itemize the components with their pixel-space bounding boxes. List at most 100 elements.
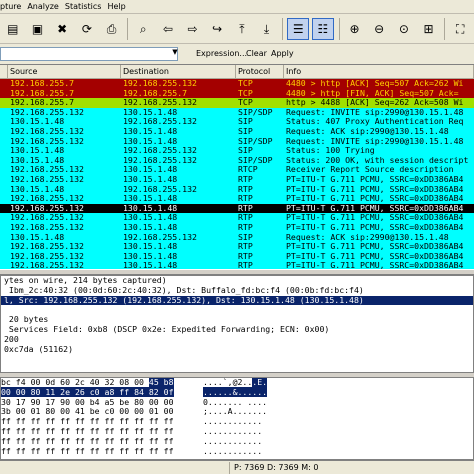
packet-proto-cell: RTP bbox=[238, 242, 253, 252]
packet-no-cell bbox=[0, 185, 8, 195]
packet-info-cell: Request: ACK sip:2990@130.15.1.48 bbox=[286, 232, 449, 242]
hex-bytes-plain: 30 17 90 17 90 00 b4 a5 be 80 00 00 bbox=[1, 396, 174, 407]
hex-ascii-plain: ....`,@2.. bbox=[203, 377, 253, 387]
packet-dst-cell: 130.15.1.48 bbox=[123, 203, 178, 213]
detail-tree-item[interactable] bbox=[1, 305, 473, 315]
resize-columns-icon[interactable]: ⊞ bbox=[418, 18, 440, 40]
packet-row[interactable]: 192.168.255.132 130.15.1.48 SIP Request: AC… bbox=[0, 126, 474, 137]
menu-item[interactable]: Statistics bbox=[65, 2, 108, 11]
packet-proto-cell: RTP bbox=[238, 174, 253, 184]
go-forward-icon[interactable]: ⇨ bbox=[182, 18, 204, 40]
packet-proto-cell: RTP bbox=[238, 222, 253, 232]
packet-dst-cell: 130.15.1.48 bbox=[123, 222, 178, 232]
packet-src-cell: 192.168.255.132 bbox=[10, 174, 84, 184]
packet-dst-cell: 192.168.255.132 bbox=[123, 146, 197, 156]
packet-row[interactable]: 130.15.1.48 192.168.255.132 SIP Status: 407… bbox=[0, 117, 474, 127]
packet-row[interactable]: 192.168.255.7 192.168.255.7 TCP 4480 > http… bbox=[0, 88, 474, 99]
find-packet-icon[interactable]: ⌕ bbox=[132, 18, 154, 40]
packet-no-cell bbox=[0, 223, 8, 233]
display-filter-input[interactable] bbox=[0, 47, 178, 61]
packet-row[interactable]: 192.168.255.132 130.15.1.48 RTP PT=ITU-T G.… bbox=[0, 174, 474, 185]
filter-dropdown-icon[interactable]: ▼ bbox=[170, 48, 180, 60]
capture-filters-icon[interactable]: ⛶ bbox=[449, 18, 471, 40]
hex-bytes-plain: ff ff ff ff ff ff ff ff ff ff ff ff bbox=[1, 435, 174, 446]
packet-dst-cell: 130.15.1.48 bbox=[123, 213, 178, 223]
menu-item[interactable]: Help bbox=[107, 2, 131, 11]
packet-no-cell bbox=[0, 79, 8, 89]
packet-list-rows: 192.168.255.7 192.168.255.132 TCP 4480 > ht… bbox=[0, 79, 474, 269]
packet-proto-cell: RTP bbox=[238, 261, 253, 269]
packet-no-cell bbox=[0, 252, 8, 262]
go-last-icon[interactable]: ⤓ bbox=[256, 18, 278, 40]
packet-info-cell: http > 4488 [ACK] Seq=262 Ack=508 Wi bbox=[286, 98, 464, 108]
packet-count-status: P: 7369 D: 7369 M: 0 bbox=[234, 463, 319, 472]
zoom-in-icon[interactable]: ⊕ bbox=[344, 18, 366, 40]
packet-src-cell: 192.168.255.7 bbox=[10, 88, 75, 98]
packet-row[interactable]: 130.15.1.48 192.168.255.132 SIP Status: 100… bbox=[0, 146, 474, 156]
packet-proto-cell: RTCP bbox=[238, 165, 258, 175]
column-header[interactable]: Protocol bbox=[236, 65, 284, 79]
packet-src-cell: 192.168.255.132 bbox=[10, 261, 84, 269]
packet-dst-cell: 130.15.1.48 bbox=[123, 261, 178, 269]
hex-ascii-plain: ............ bbox=[203, 435, 263, 446]
detail-tree-item[interactable]: Services Field: 0xb8 (DSCP 0x2e: Expedit… bbox=[1, 324, 473, 335]
colorize-icon[interactable]: ☰ bbox=[287, 17, 310, 40]
menu-item[interactable]: Analyze bbox=[27, 2, 65, 11]
reload-icon[interactable]: ⟳ bbox=[76, 18, 98, 40]
column-header[interactable] bbox=[0, 65, 8, 79]
packet-dst-cell: 130.15.1.48 bbox=[123, 136, 178, 146]
packet-row[interactable]: 192.168.255.132 130.15.1.48 RTP PT=ITU-T G.… bbox=[0, 261, 474, 269]
go-first-icon[interactable]: ⤒ bbox=[231, 18, 253, 40]
packet-row[interactable]: 130.15.1.48 192.168.255.132 RTP PT=ITU-T G.… bbox=[0, 184, 474, 195]
packet-dst-cell: 130.15.1.48 bbox=[123, 107, 178, 117]
menu-item[interactable]: pture bbox=[0, 2, 27, 11]
packet-dst-cell: 192.168.255.132 bbox=[123, 98, 197, 108]
packet-row[interactable]: 192.168.255.132 130.15.1.48 SIP/SDP Request… bbox=[0, 107, 474, 118]
auto-scroll-icon[interactable]: ☷ bbox=[312, 17, 334, 40]
column-header[interactable]: Destination bbox=[121, 65, 236, 79]
packet-row[interactable]: 130.15.1.48 192.168.255.132 SIP/SDP Status:… bbox=[0, 155, 474, 166]
packet-dst-cell: 192.168.255.7 bbox=[123, 88, 188, 98]
packet-row[interactable]: 192.168.255.7 192.168.255.132 TCP http > 44… bbox=[0, 98, 474, 108]
apply-filter-button[interactable]: Apply bbox=[271, 49, 294, 58]
packet-row[interactable]: 192.168.255.132 130.15.1.48 RTP PT=ITU-T G.… bbox=[0, 203, 474, 214]
hex-line[interactable]: ff ff ff ff ff ff ff ff ff ff ff ff.....… bbox=[1, 446, 473, 457]
hex-ascii-highlight: .E. bbox=[252, 377, 268, 387]
detail-tree-item[interactable]: 0xc7da (51162) bbox=[1, 344, 473, 355]
packet-row[interactable]: 192.168.255.132 130.15.1.48 SIP/SDP Request… bbox=[0, 136, 474, 147]
packet-row[interactable]: 192.168.255.132 130.15.1.48 RTCP Receiver R… bbox=[0, 165, 474, 175]
print-icon[interactable]: ⎙ bbox=[101, 18, 123, 40]
zoom-out-icon[interactable]: ⊖ bbox=[368, 18, 390, 40]
packet-row[interactable]: 192.168.255.7 192.168.255.132 TCP 4480 > ht… bbox=[0, 79, 474, 89]
packet-src-cell: 192.168.255.132 bbox=[10, 222, 84, 232]
filter-toolbar: ▼ Expression... Clear Apply bbox=[0, 44, 474, 64]
menu-bar: pture Analyze Statistics Help bbox=[0, 0, 474, 14]
packet-info-cell: PT=ITU-T G.711 PCMU, SSRC=0xDD386AB4 bbox=[286, 213, 464, 223]
packet-no-cell bbox=[0, 233, 8, 243]
expression-button[interactable]: Expression... bbox=[196, 49, 247, 58]
packet-src-cell: 192.168.255.132 bbox=[10, 126, 84, 136]
zoom-normal-icon[interactable]: ⊙ bbox=[393, 18, 415, 40]
hex-ascii-plain: ............ bbox=[203, 416, 263, 427]
packet-row[interactable]: 192.168.255.132 130.15.1.48 RTP PT=ITU-T G.… bbox=[0, 251, 474, 262]
packet-row[interactable]: 130.15.1.48 192.168.255.132 SIP Request: AC… bbox=[0, 232, 474, 243]
packet-info-cell: Request: INVITE sip:2990@130.15.1.48 bbox=[286, 107, 464, 117]
column-header[interactable]: Source bbox=[8, 65, 121, 79]
packet-info-cell: PT=ITU-T G.711 PCMU, SSRC=0xDD386AB4 bbox=[286, 251, 464, 261]
packet-src-cell: 192.168.255.132 bbox=[10, 251, 84, 261]
go-back-icon[interactable]: ⇦ bbox=[157, 18, 179, 40]
column-header[interactable]: Info bbox=[284, 65, 474, 79]
save-file-icon[interactable]: ▣ bbox=[27, 18, 49, 40]
go-to-packet-icon[interactable]: ↪ bbox=[206, 18, 228, 40]
packet-info-cell: PT=ITU-T G.711 PCMU, SSRC=0xDD386AB4 bbox=[286, 203, 464, 213]
packet-info-cell: PT=ITU-T G.711 PCMU, SSRC=0xDD386AB4 bbox=[286, 222, 464, 232]
close-file-icon[interactable]: ✖ bbox=[51, 18, 73, 40]
packet-row[interactable]: 192.168.255.132 130.15.1.48 RTP PT=ITU-T G.… bbox=[0, 242, 474, 252]
detail-tree-item[interactable]: l, Src: 192.168.255.132 (192.168.255.132… bbox=[1, 295, 473, 306]
packet-row[interactable]: 192.168.255.132 130.15.1.48 RTP PT=ITU-T G.… bbox=[0, 213, 474, 223]
packet-src-cell: 192.168.255.132 bbox=[10, 194, 84, 204]
packet-row[interactable]: 192.168.255.132 130.15.1.48 RTP PT=ITU-T G.… bbox=[0, 222, 474, 233]
open-file-icon[interactable]: ▤ bbox=[2, 18, 24, 40]
packet-row[interactable]: 192.168.255.132 130.15.1.48 RTP PT=ITU-T G.… bbox=[0, 194, 474, 204]
clear-filter-button[interactable]: Clear bbox=[246, 49, 267, 58]
